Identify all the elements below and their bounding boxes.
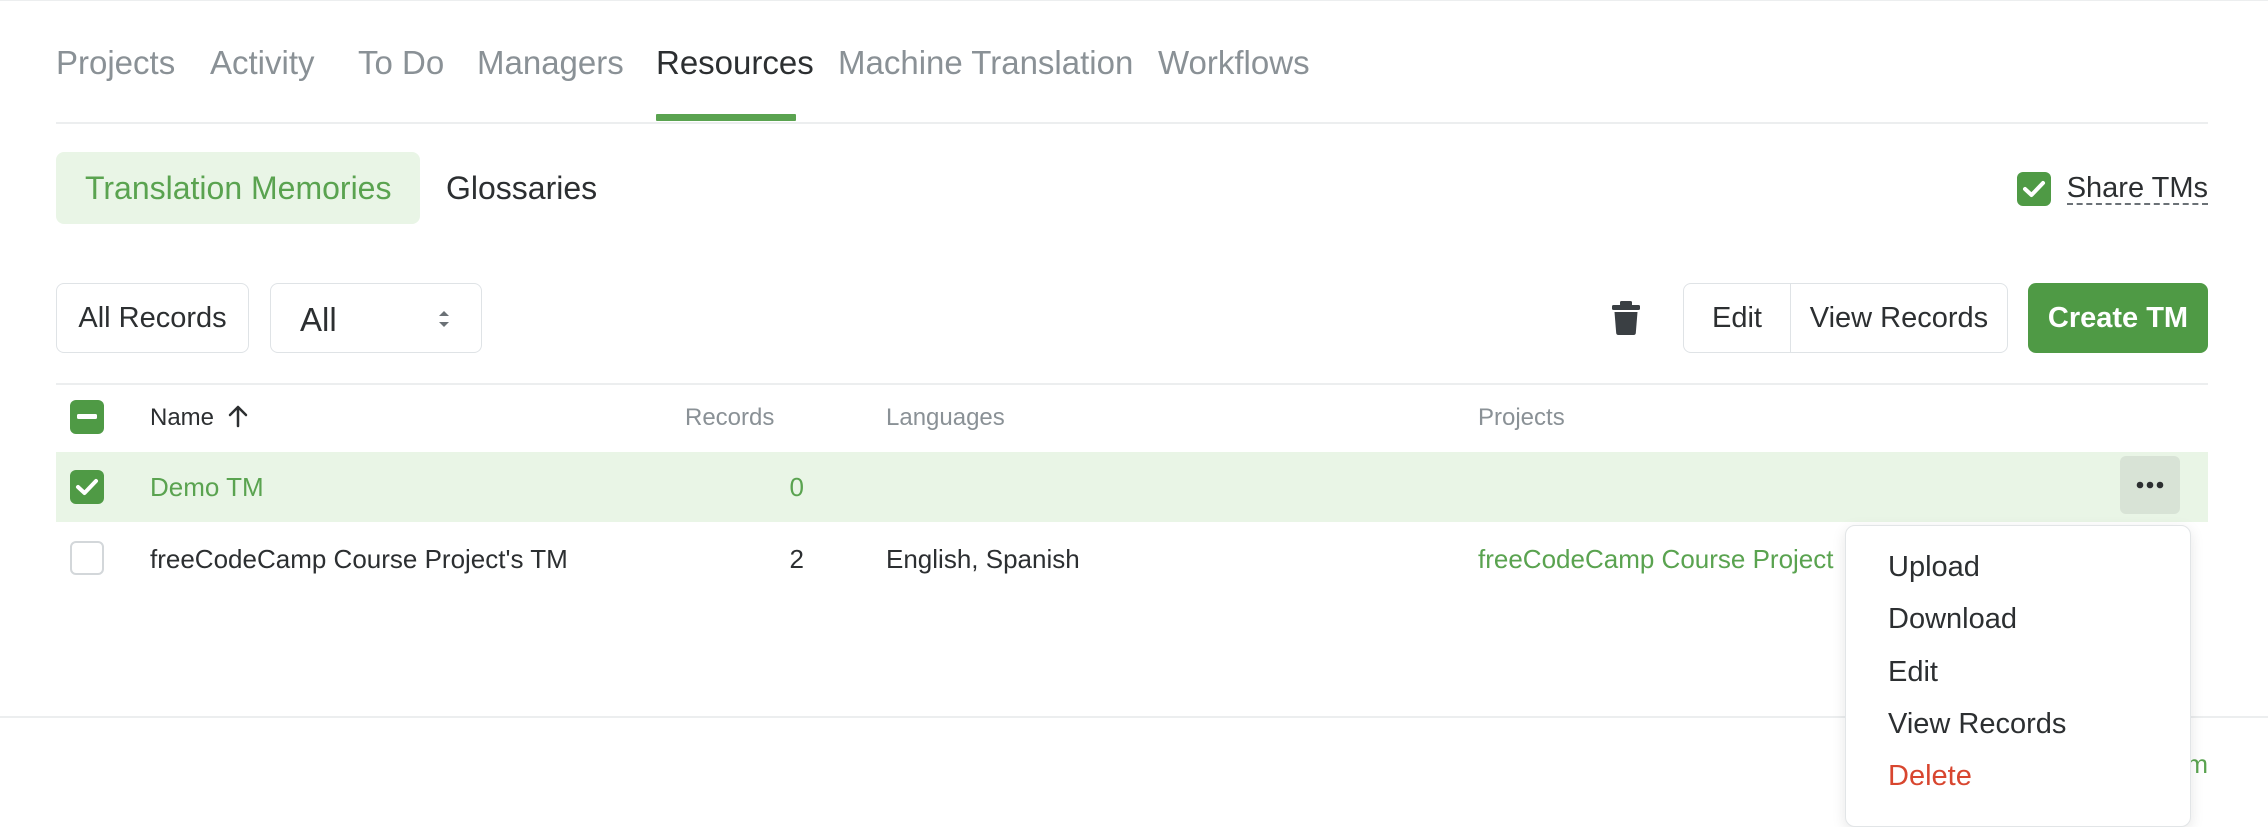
filter-select-value: All	[300, 301, 337, 338]
checkmark-icon	[2022, 181, 2045, 197]
row-checkbox[interactable]	[70, 541, 104, 575]
share-tms-label[interactable]: Share TMs	[2066, 173, 2208, 205]
column-header-name[interactable]: Name	[150, 404, 249, 432]
menu-item-delete[interactable]: Delete	[1888, 760, 1972, 793]
all-records-button[interactable]: All Records	[56, 283, 249, 353]
tab-resources[interactable]: Resources	[656, 44, 814, 82]
tab-activity[interactable]: Activity	[210, 44, 315, 82]
tab-managers[interactable]: Managers	[477, 44, 624, 82]
edit-button[interactable]: Edit	[1684, 284, 1791, 352]
share-tms-toggle[interactable]: Share TMs	[2016, 170, 2208, 208]
subtab-glossaries[interactable]: Glossaries	[417, 152, 626, 224]
row-actions-menu: Upload Download Edit View Records Delete	[1845, 525, 2191, 827]
row-name[interactable]: freeCodeCamp Course Project's TM	[150, 544, 568, 575]
column-name-label: Name	[150, 404, 215, 431]
menu-item-upload[interactable]: Upload	[1888, 551, 1980, 584]
column-header-languages[interactable]: Languages	[886, 404, 1005, 432]
trash-icon[interactable]	[1610, 300, 1642, 336]
subtab-translation-memories[interactable]: Translation Memories	[56, 152, 421, 224]
view-records-button[interactable]: View Records	[1791, 284, 2007, 352]
row-project-link[interactable]: freeCodeCamp Course Project	[1478, 544, 1834, 575]
row-records: 2	[789, 544, 804, 574]
minus-icon	[77, 414, 97, 419]
column-header-projects[interactable]: Projects	[1478, 404, 1565, 432]
column-header-records[interactable]: Records	[685, 404, 774, 432]
active-tab-indicator	[656, 114, 796, 121]
menu-item-download[interactable]: Download	[1888, 603, 2017, 636]
row-records: 0	[789, 472, 804, 502]
sort-arrows-icon	[439, 311, 449, 327]
filter-select[interactable]: All	[270, 283, 482, 353]
row-actions-button[interactable]	[2120, 456, 2180, 514]
more-horizontal-icon	[2136, 481, 2164, 489]
row-name[interactable]: Demo TM	[150, 472, 264, 503]
share-tms-checkbox[interactable]	[2016, 172, 2051, 206]
main-tabs: Projects Activity To Do Managers Resourc…	[56, 0, 2208, 124]
select-all-checkbox[interactable]	[70, 400, 104, 434]
table-row[interactable]	[56, 452, 2208, 522]
create-tm-button[interactable]: Create TM	[2028, 283, 2208, 353]
record-actions-group: Edit View Records	[1683, 283, 2008, 353]
tab-machine-translation[interactable]: Machine Translation	[838, 44, 1133, 82]
tab-workflows[interactable]: Workflows	[1158, 44, 1310, 82]
menu-item-view-records[interactable]: View Records	[1888, 708, 2066, 741]
checkmark-icon	[76, 479, 98, 495]
table-header-divider	[56, 383, 2208, 385]
menu-item-edit[interactable]: Edit	[1888, 656, 1938, 689]
arrow-up-icon	[228, 405, 247, 428]
tab-to-do[interactable]: To Do	[358, 44, 444, 82]
row-languages: English, Spanish	[886, 544, 1080, 574]
tab-projects[interactable]: Projects	[56, 44, 175, 82]
row-checkbox[interactable]	[70, 470, 104, 504]
